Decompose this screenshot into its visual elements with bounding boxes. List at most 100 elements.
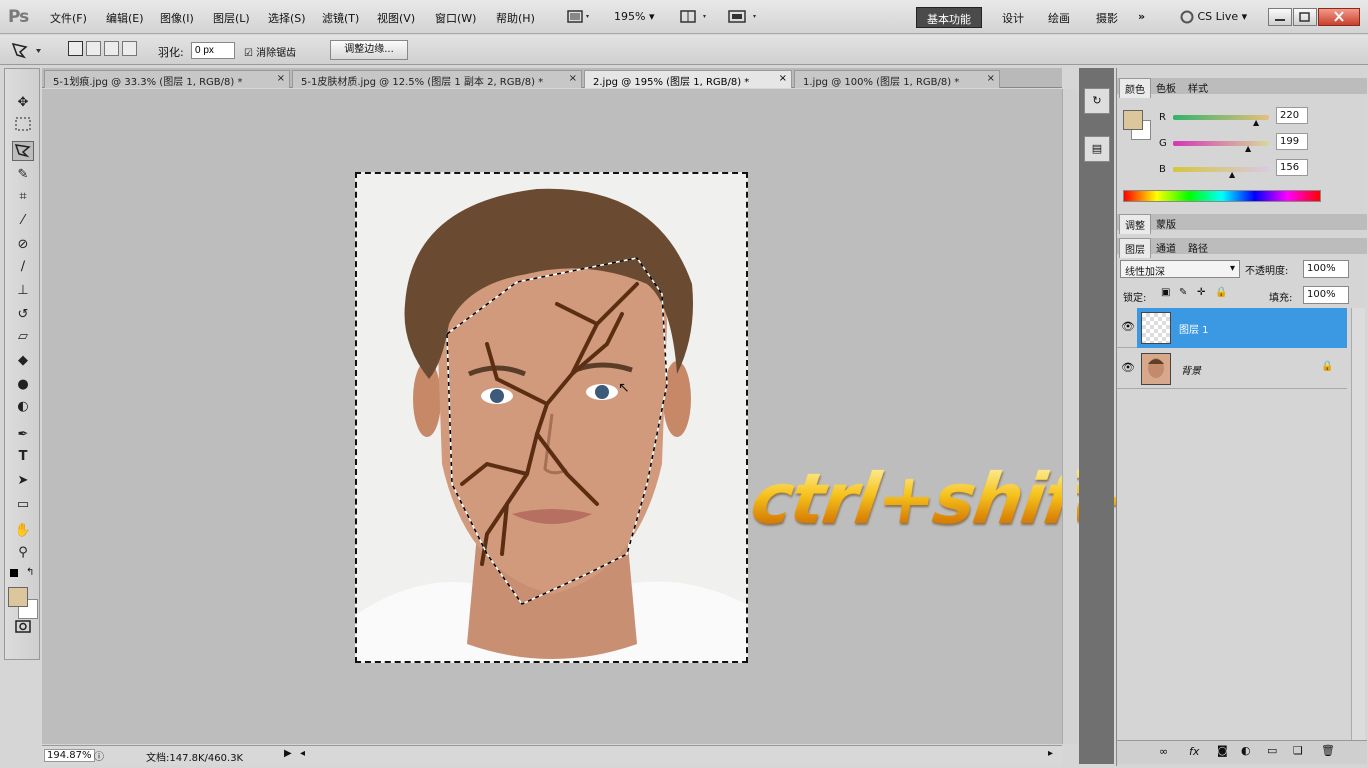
doc-tab-skin-texture[interactable]: 5-1皮肤材质.jpg @ 12.5% (图层 1 副本 2, RGB/8) *… xyxy=(292,70,582,88)
type-tool-icon[interactable]: T xyxy=(12,447,34,467)
layer-row-background[interactable]: 👁 背景 🔒 xyxy=(1117,349,1347,389)
actions-panel-icon[interactable]: ▤ xyxy=(1084,136,1110,162)
tab-swatches[interactable]: 色板 xyxy=(1151,78,1181,97)
channel-b-slider[interactable] xyxy=(1173,167,1269,172)
workspace-design-button[interactable]: 设计 xyxy=(996,7,1030,28)
history-panel-icon[interactable]: ↻ xyxy=(1084,88,1110,114)
channel-g-thumb[interactable]: ▲ xyxy=(1245,144,1251,153)
pen-tool-icon[interactable]: ✒ xyxy=(12,425,34,445)
antialias-checkbox[interactable]: ☑ 消除锯齿 xyxy=(244,44,296,59)
feather-input[interactable] xyxy=(191,42,235,59)
subtract-from-selection-icon[interactable] xyxy=(104,41,119,56)
channel-r-value[interactable]: 220 xyxy=(1276,107,1308,124)
clone-stamp-tool-icon[interactable]: ⊥ xyxy=(12,281,34,301)
move-tool-icon[interactable]: ✥ xyxy=(12,93,34,113)
quick-selection-tool-icon[interactable]: ✎ xyxy=(12,165,34,185)
menu-select[interactable]: 选择(S) xyxy=(268,10,306,26)
menu-help[interactable]: 帮助(H) xyxy=(496,10,535,26)
refine-edge-button[interactable]: 调整边缘... xyxy=(330,40,408,60)
tool-preset-picker[interactable] xyxy=(8,40,48,63)
channel-g-value[interactable]: 199 xyxy=(1276,133,1308,150)
layers-scrollbar[interactable] xyxy=(1351,308,1365,740)
minimize-button[interactable] xyxy=(1268,8,1292,26)
screen-mode-icon[interactable] xyxy=(566,8,589,26)
add-to-selection-icon[interactable] xyxy=(86,41,101,56)
default-colors-icon[interactable] xyxy=(10,569,18,577)
color-fg-swatch[interactable] xyxy=(1123,110,1143,130)
menu-filter[interactable]: 滤镜(T) xyxy=(322,10,359,26)
channel-g-slider[interactable] xyxy=(1173,141,1269,146)
dodge-tool-icon[interactable]: ◐ xyxy=(12,397,34,417)
channel-b-thumb[interactable]: ▲ xyxy=(1229,170,1235,179)
tab-channels[interactable]: 通道 xyxy=(1151,238,1181,257)
vertical-scrollbar[interactable] xyxy=(1062,89,1077,744)
polygonal-lasso-tool-icon[interactable] xyxy=(12,141,34,161)
scroll-left-icon[interactable]: ◂ xyxy=(300,748,305,759)
workspace-photography-button[interactable]: 摄影 xyxy=(1090,7,1124,28)
menu-file[interactable]: 文件(F) xyxy=(50,10,87,26)
tab-close-icon[interactable]: × xyxy=(569,73,577,84)
foreground-color-swatch[interactable] xyxy=(8,587,28,607)
visibility-eye-icon[interactable]: 👁 xyxy=(1121,320,1135,333)
doc-tab-scratches[interactable]: 5-1划痕.jpg @ 33.3% (图层 1, RGB/8) * × xyxy=(44,70,290,88)
eraser-tool-icon[interactable]: ▱ xyxy=(12,327,34,347)
tab-paths[interactable]: 路径 xyxy=(1183,238,1213,257)
tab-adjustments[interactable]: 调整 xyxy=(1119,214,1151,234)
tab-color[interactable]: 颜色 xyxy=(1119,78,1151,98)
screen-mode-full-icon[interactable] xyxy=(727,8,756,26)
adjustment-layer-icon[interactable]: ◐ xyxy=(1241,744,1251,757)
eyedropper-tool-icon[interactable]: ⁄ xyxy=(12,211,34,231)
healing-brush-tool-icon[interactable]: ⊘ xyxy=(12,235,34,255)
fill-input[interactable]: 100% xyxy=(1303,286,1349,304)
menu-view[interactable]: 视图(V) xyxy=(377,10,415,26)
status-menu-arrow-icon[interactable]: ▶ xyxy=(284,748,292,759)
rectangle-tool-icon[interactable]: ▭ xyxy=(12,495,34,515)
close-button[interactable] xyxy=(1318,8,1360,26)
link-layers-icon[interactable]: ∞ xyxy=(1159,745,1168,758)
doc-tab-1jpg[interactable]: 1.jpg @ 100% (图层 1, RGB/8) * × xyxy=(794,70,1000,88)
lock-pixels-icon[interactable]: ✎ xyxy=(1179,287,1187,298)
crop-tool-icon[interactable]: ⌗ xyxy=(12,187,34,207)
new-selection-icon[interactable] xyxy=(68,41,83,56)
tab-close-icon[interactable]: × xyxy=(987,73,995,84)
marquee-tool-icon[interactable] xyxy=(12,117,34,137)
doc-tab-2jpg[interactable]: 2.jpg @ 195% (图层 1, RGB/8) * × xyxy=(584,70,792,88)
menu-layer[interactable]: 图层(L) xyxy=(213,10,250,26)
hand-tool-icon[interactable]: ✋ xyxy=(12,521,34,541)
tab-close-icon[interactable]: × xyxy=(779,73,787,84)
swap-colors-icon[interactable]: ↰ xyxy=(26,567,34,578)
paint-bucket-tool-icon[interactable]: ◆ xyxy=(12,351,34,371)
workspace-essentials-button[interactable]: 基本功能 xyxy=(916,7,982,28)
channel-r-thumb[interactable]: ▲ xyxy=(1253,118,1259,127)
layer-row-layer1[interactable]: 👁 图层 1 xyxy=(1117,308,1347,348)
brush-tool-icon[interactable]: ∕ xyxy=(12,257,34,277)
layer-name[interactable]: 图层 1 xyxy=(1179,321,1209,336)
new-layer-icon[interactable]: ❏ xyxy=(1293,744,1303,757)
tab-close-icon[interactable]: × xyxy=(277,73,285,84)
blend-mode-select[interactable]: 线性加深 ▾ xyxy=(1120,260,1240,278)
cs-live-button[interactable]: CS Live ▾ xyxy=(1180,10,1247,24)
status-info-icon[interactable]: ⓘ xyxy=(94,748,104,763)
opacity-input[interactable]: 100% xyxy=(1303,260,1349,278)
lock-transparent-icon[interactable]: ▣ xyxy=(1161,287,1170,298)
intersect-selection-icon[interactable] xyxy=(122,41,137,56)
lock-position-icon[interactable]: ✛ xyxy=(1197,287,1205,298)
lock-all-icon[interactable]: 🔒 xyxy=(1215,287,1227,298)
tab-masks[interactable]: 蒙版 xyxy=(1151,214,1181,233)
layer-name[interactable]: 背景 xyxy=(1181,362,1201,377)
status-zoom[interactable]: 194.87% xyxy=(44,749,95,762)
quick-mask-icon[interactable] xyxy=(12,619,34,639)
menu-edit[interactable]: 编辑(E) xyxy=(106,10,144,26)
workspace-painting-button[interactable]: 绘画 xyxy=(1042,7,1076,28)
document-canvas[interactable] xyxy=(355,172,748,663)
tab-styles[interactable]: 样式 xyxy=(1183,78,1213,97)
path-selection-tool-icon[interactable]: ➤ xyxy=(12,471,34,491)
zoom-level-select[interactable]: 195% ▾ xyxy=(614,10,654,23)
delete-layer-icon[interactable]: 🗑 xyxy=(1321,744,1335,757)
arrange-documents-icon[interactable] xyxy=(679,8,706,26)
blur-tool-icon[interactable]: ● xyxy=(12,375,34,395)
visibility-eye-icon[interactable]: 👁 xyxy=(1121,361,1135,374)
channel-b-value[interactable]: 156 xyxy=(1276,159,1308,176)
history-brush-tool-icon[interactable]: ↺ xyxy=(12,305,34,325)
zoom-tool-icon[interactable]: ⚲ xyxy=(12,543,34,563)
